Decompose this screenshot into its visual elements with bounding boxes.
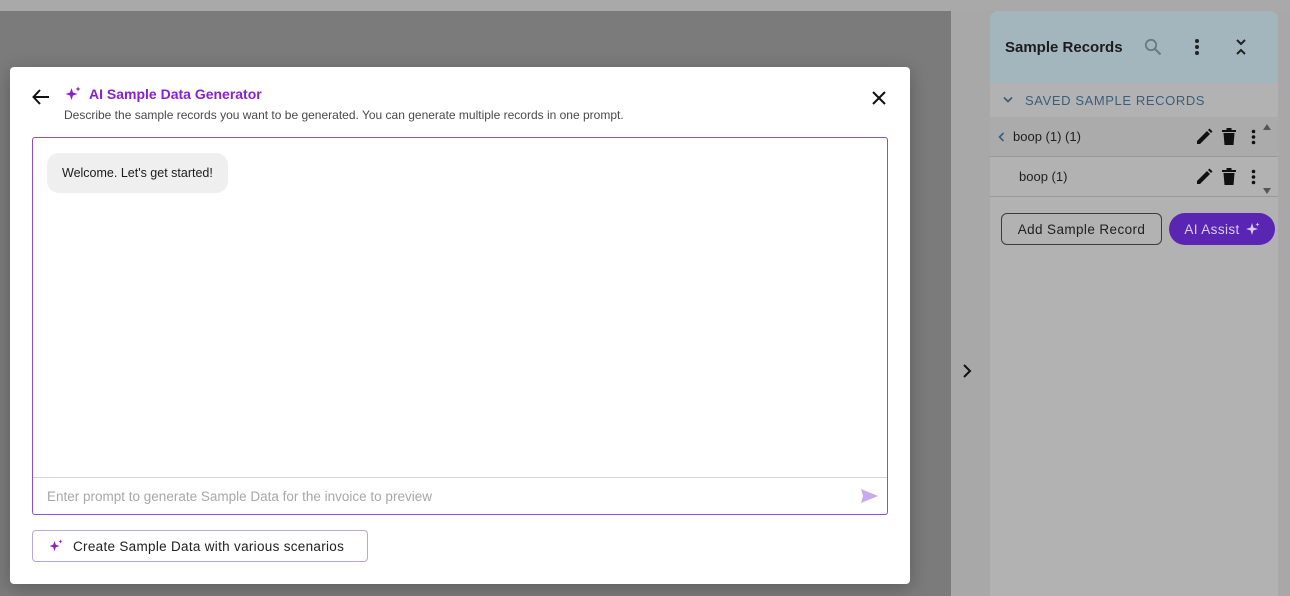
ai-sample-data-modal: AI Sample Data Generator Describe the sa… [10, 67, 910, 584]
modal-subtitle: Describe the sample records you want to … [64, 108, 624, 122]
back-arrow-icon[interactable] [30, 86, 52, 108]
send-icon[interactable] [858, 485, 880, 507]
saved-records-section-header[interactable]: SAVED SAMPLE RECORDS [990, 83, 1278, 117]
chevron-left-icon[interactable] [998, 131, 1005, 142]
sparkle-icon [65, 86, 81, 100]
chat-box: Welcome. Let's get started! [32, 137, 888, 515]
list-item[interactable]: boop (1) [990, 157, 1278, 197]
scroll-down-icon[interactable] [1262, 187, 1272, 195]
prompt-input[interactable] [47, 488, 858, 504]
modal-title: AI Sample Data Generator [89, 86, 262, 102]
edit-icon[interactable] [1191, 126, 1216, 148]
ai-assist-button[interactable]: AI Assist [1169, 213, 1275, 245]
scroll-up-icon[interactable] [1262, 123, 1272, 131]
collapse-icon[interactable] [1219, 25, 1263, 69]
sample-records-panel: Sample Records SAVED SAMPLE RECORDS boop… [990, 11, 1278, 596]
expand-panel-chevron-icon[interactable] [958, 360, 976, 382]
chat-input-row [33, 477, 887, 514]
records-list: boop (1) (1) boop (1) [990, 117, 1278, 199]
welcome-message: Welcome. Let's get started! [47, 153, 228, 193]
record-label: boop (1) (1) [1013, 129, 1081, 144]
record-label: boop (1) [1019, 169, 1068, 184]
more-vert-icon[interactable] [1175, 25, 1219, 69]
panel-title: Sample Records [1005, 38, 1123, 56]
top-strip [0, 0, 1290, 11]
sparkle-icon [49, 539, 63, 551]
create-scenarios-label: Create Sample Data with various scenario… [73, 538, 345, 554]
sparkle-icon [1245, 222, 1260, 235]
add-sample-record-button[interactable]: Add Sample Record [1001, 213, 1162, 245]
create-scenarios-button[interactable]: Create Sample Data with various scenario… [32, 530, 368, 562]
section-label: SAVED SAMPLE RECORDS [1025, 92, 1206, 108]
search-icon[interactable] [1131, 25, 1175, 69]
ai-assist-label: AI Assist [1184, 221, 1240, 237]
chat-messages: Welcome. Let's get started! [33, 138, 887, 478]
close-icon[interactable] [868, 87, 890, 109]
chevron-down-icon [1003, 96, 1013, 103]
panel-actions: Add Sample Record AI Assist [990, 199, 1278, 245]
delete-icon[interactable] [1216, 126, 1241, 148]
delete-icon[interactable] [1216, 166, 1241, 188]
edit-icon[interactable] [1191, 166, 1216, 188]
list-item[interactable]: boop (1) (1) [990, 117, 1278, 157]
more-vert-icon[interactable] [1241, 166, 1266, 188]
panel-header: Sample Records [990, 11, 1278, 83]
